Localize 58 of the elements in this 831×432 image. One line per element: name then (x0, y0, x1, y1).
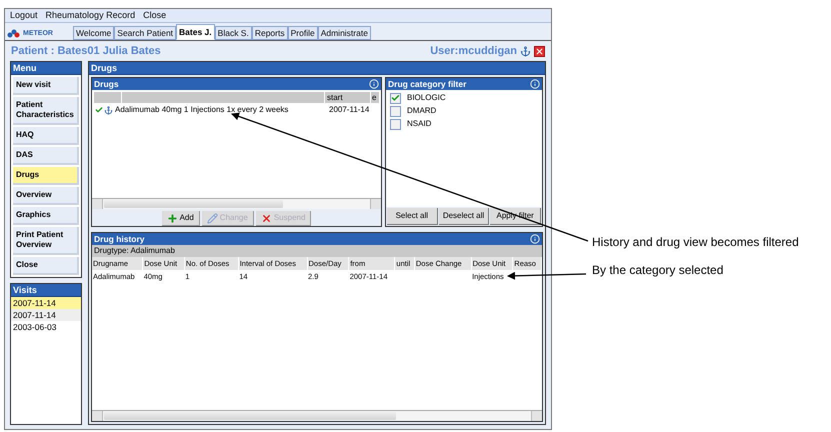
drugs-panel-header: Drugs (89, 62, 545, 75)
menu-bar-item[interactable]: Logout (10, 8, 38, 22)
drug-start-date: 2007-11-14 (328, 104, 370, 116)
filter-header: Drug category filter (388, 78, 466, 90)
tab[interactable]: Bates J. (176, 24, 215, 40)
info-icon[interactable] (369, 79, 379, 89)
tab[interactable]: Search Patient (114, 26, 176, 40)
pencil-icon (206, 212, 218, 224)
menu-item[interactable]: New visit (13, 77, 79, 95)
tab[interactable]: Administrate (318, 26, 371, 40)
anchor-icon[interactable] (520, 46, 531, 56)
checkbox[interactable] (390, 118, 401, 130)
tab[interactable]: Profile (288, 26, 318, 40)
anchor-icon[interactable] (104, 106, 113, 114)
logo-icon (7, 29, 21, 38)
menu-item[interactable]: Patient Characteristics (13, 97, 79, 125)
info-icon[interactable] (530, 79, 540, 89)
menu-item[interactable]: Print Patient Overview (13, 227, 79, 255)
tab[interactable]: Black S. (214, 26, 252, 40)
menu-bar-item[interactable]: Close (143, 8, 166, 22)
visit-item[interactable]: 2007-11-14 (11, 297, 81, 309)
tab[interactable]: Welcome (73, 26, 114, 40)
menu-item[interactable]: Drugs (13, 167, 79, 185)
horizontal-scrollbar[interactable] (92, 198, 381, 209)
checkbox[interactable] (390, 106, 401, 116)
visits-header: Visits (11, 284, 81, 297)
user-label: User:mcuddigan (430, 44, 517, 59)
filter-option-label: BIOLOGIC (407, 92, 446, 104)
menu-item[interactable]: HAQ (13, 127, 79, 145)
drug-history-header: Drug history (94, 232, 145, 246)
filter-option-label: DMARD (407, 105, 436, 117)
checkbox[interactable] (390, 92, 401, 104)
patient-title: Patient : Bates01 Julia Bates (11, 44, 161, 59)
plus-icon (166, 212, 178, 224)
drug-row-text[interactable]: Adalimumab 40mg 1 Injections 1x every 2 weeks (115, 104, 327, 116)
tab[interactable]: Reports (252, 26, 288, 40)
filter-option-label: NSAID (407, 118, 432, 130)
close-icon[interactable] (534, 46, 545, 56)
column-header: start (325, 92, 371, 103)
visit-item[interactable]: 2007-11-14 (11, 309, 81, 321)
filter-button[interactable]: Deselect all (438, 208, 490, 225)
column-header: e (371, 92, 378, 103)
drug-group-header: Drugtype: Adalimumab (92, 245, 542, 257)
menu-item[interactable]: DAS (13, 147, 79, 165)
horizontal-scrollbar[interactable] (92, 410, 542, 421)
filter-button[interactable]: Apply filter (490, 208, 542, 225)
menu-item[interactable]: Graphics (13, 207, 79, 225)
menu-item[interactable]: Overview (13, 187, 79, 205)
info-icon[interactable] (530, 234, 540, 244)
menu-bar-item[interactable]: Rheumatology Record (46, 8, 136, 22)
menu-header: Menu (11, 62, 81, 75)
annotation-text: By the category selected (592, 262, 724, 279)
cross-icon (260, 212, 272, 224)
annotation-text: History and drug view becomes filtered (592, 234, 799, 251)
menu-item[interactable]: Close (13, 257, 79, 275)
action-button[interactable]: Add (162, 211, 200, 226)
filter-button[interactable]: Select all (387, 208, 438, 225)
drug-list-header: Drugs (94, 78, 119, 90)
